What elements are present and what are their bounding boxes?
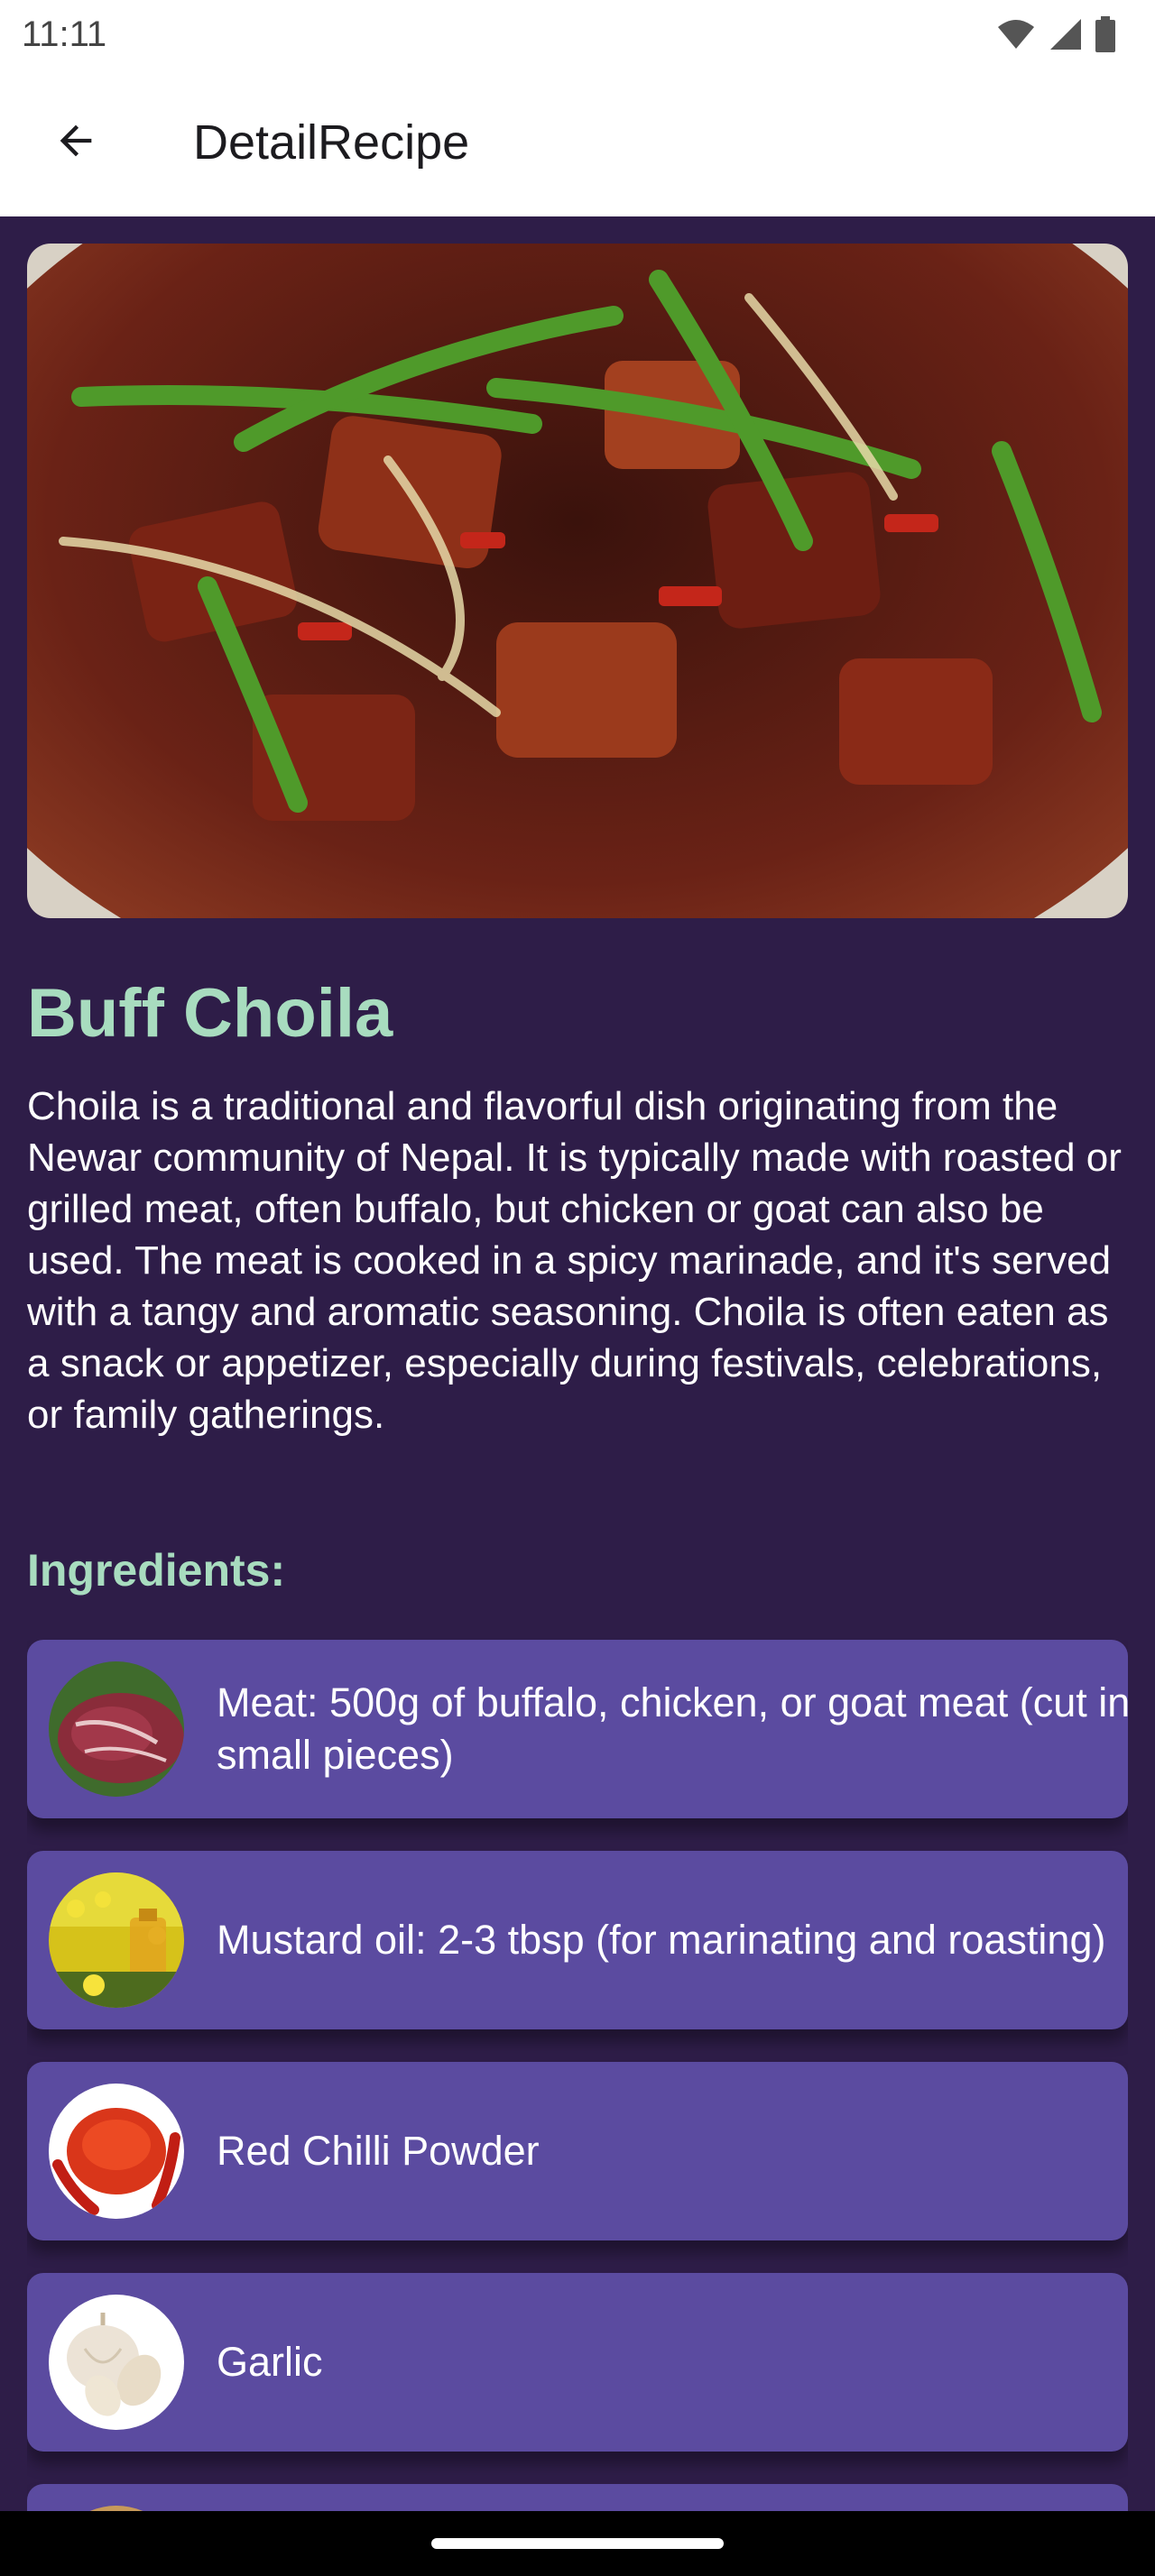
red-chilli-powder-image: [49, 2084, 184, 2219]
app-bar: DetailRecipe: [0, 69, 1155, 216]
ingredient-card[interactable]: [27, 2484, 1128, 2511]
signal-icon: [1049, 17, 1083, 51]
ingredient-card[interactable]: Meat: 500g of buffalo, chicken, or goat …: [27, 1640, 1128, 1818]
ingredient-card[interactable]: Garlic: [27, 2273, 1128, 2452]
ingredient-label: Mustard oil: 2-3 tbsp (for marinating an…: [217, 1917, 1106, 1963]
garlic-image: [49, 2295, 184, 2430]
ingredient-card[interactable]: Red Chilli Powder: [27, 2062, 1128, 2240]
ingredient-label: Red Chilli Powder: [217, 2128, 540, 2174]
ingredients-list[interactable]: Meat: 500g of buffalo, chicken, or goat …: [27, 1640, 1128, 2511]
ingredient-card[interactable]: Mustard oil: 2-3 tbsp (for marinating an…: [27, 1851, 1128, 2029]
recipe-hero-image: [27, 244, 1128, 918]
status-bar: 11:11: [0, 0, 1155, 69]
arrow-back-icon: [52, 117, 99, 169]
home-gesture-handle[interactable]: [431, 2538, 724, 2549]
ingredient-label: Garlic: [217, 2339, 323, 2385]
recipe-description: Choila is a traditional and flavorful di…: [27, 1084, 1122, 1437]
recipe-title: Buff Choila: [27, 975, 393, 1052]
mustard-oil-image: [49, 1872, 184, 2008]
status-time: 11:11: [22, 14, 107, 54]
back-button[interactable]: [22, 88, 130, 197]
battery-icon: [1095, 16, 1115, 52]
ingredients-heading: Ingredients:: [27, 1545, 286, 1596]
ingredient-label: Meat: 500g of buffalo, chicken, or goat …: [217, 1679, 1128, 1778]
wifi-icon: [996, 18, 1036, 51]
raw-meat-image: [49, 1661, 184, 1797]
navigation-bar: [0, 2511, 1155, 2576]
status-icons: [996, 16, 1115, 52]
page-title: DetailRecipe: [193, 115, 470, 170]
